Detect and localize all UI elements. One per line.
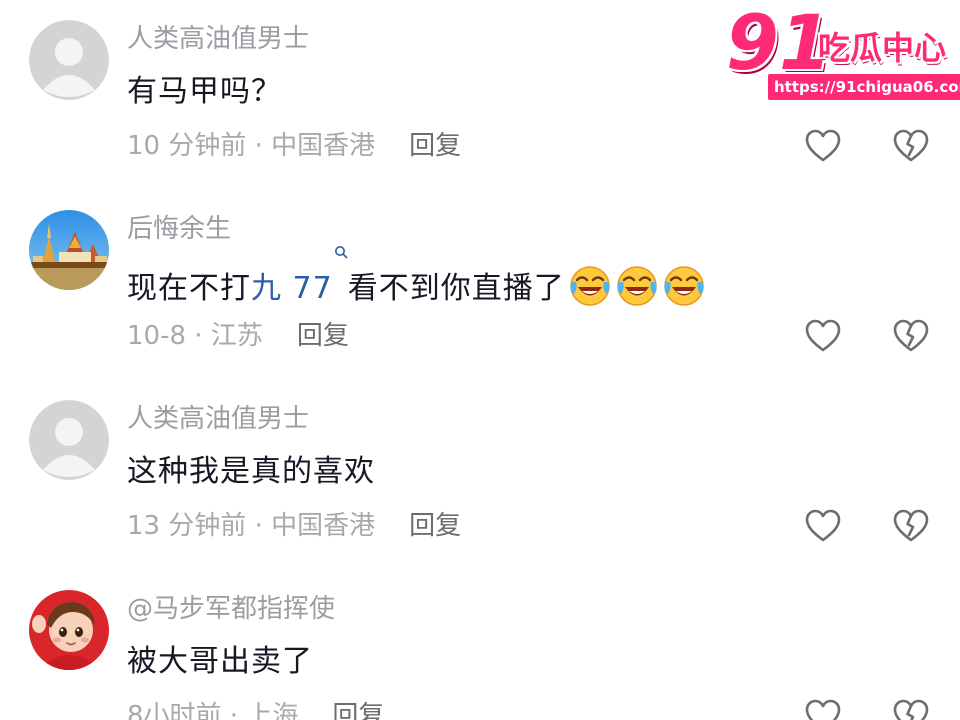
comment-text-before: 现在不打 [127, 271, 251, 306]
cartoon-child-avatar[interactable] [29, 590, 109, 670]
crying-laughing-emoji [615, 264, 659, 308]
comment-item: 后悔余生 现在不打九 77 看不到你直播了 10-8 · 江苏 回复 [0, 190, 960, 380]
comment-username[interactable]: 人类高油值男士 [127, 21, 309, 57]
comment-location: 中国香港 [271, 131, 376, 161]
reply-button[interactable]: 回复 [409, 511, 461, 541]
comment-location: 中国香港 [271, 511, 376, 541]
crying-laughing-emoji [568, 264, 612, 308]
temple-photo-avatar[interactable] [29, 210, 109, 290]
crying-laughing-emoji [662, 264, 706, 308]
comment-text: 现在不打九 77 看不到你直播了 [127, 246, 706, 311]
search-keyword-link[interactable]: 九 77 [251, 246, 348, 306]
watermark-url: https://91chigua06.com [766, 72, 960, 102]
meta-separator: · [221, 701, 247, 720]
search-keyword-text: 九 77 [251, 271, 333, 306]
comment-location: 上海 [246, 701, 299, 720]
comment-meta: 13 分钟前 · 中国香港 回复 [127, 508, 461, 544]
like-heart-icon[interactable] [804, 697, 842, 720]
comment-item: @马步军都指挥使 被大哥出卖了 8小时前 · 上海 回复 [0, 570, 960, 720]
reply-button[interactable]: 回复 [409, 131, 461, 161]
comment-time: 10-8 [127, 321, 187, 351]
comment-time: 13 分钟前 [127, 511, 247, 541]
comment-username[interactable]: 后悔余生 [127, 211, 231, 247]
comment-username[interactable]: @马步军都指挥使 [127, 591, 335, 627]
meta-separator: · [246, 131, 272, 161]
reply-button[interactable]: 回复 [332, 701, 384, 720]
comment-meta: 10-8 · 江苏 回复 [127, 318, 349, 354]
default-avatar-icon[interactable] [29, 400, 109, 480]
dislike-broken-heart-icon[interactable] [892, 697, 930, 720]
comment-location: 江苏 [210, 321, 263, 351]
comment-username[interactable]: 人类高油值男士 [127, 401, 309, 437]
dislike-broken-heart-icon[interactable] [892, 127, 930, 165]
meta-separator: · [186, 321, 211, 351]
comment-text: 被大哥出卖了 [127, 644, 313, 679]
reply-button[interactable]: 回复 [297, 321, 349, 351]
comment-text-after: 看不到你直播了 [347, 271, 565, 306]
dislike-broken-heart-icon[interactable] [892, 507, 930, 545]
like-heart-icon[interactable] [804, 507, 842, 545]
comment-text: 有马甲吗？ [127, 74, 282, 109]
comment-item: 人类高油值男士 这种我是真的喜欢 13 分钟前 · 中国香港 回复 [0, 380, 960, 570]
like-heart-icon[interactable] [804, 317, 842, 355]
comment-time: 8小时前 [127, 701, 222, 720]
like-heart-icon[interactable] [804, 127, 842, 165]
comment-time: 10 分钟前 [127, 131, 247, 161]
comment-text: 这种我是真的喜欢 [127, 454, 375, 489]
watermark-name: 吃瓜中心 [818, 29, 947, 67]
default-avatar-icon[interactable] [29, 20, 109, 100]
comment-meta: 10 分钟前 · 中国香港 回复 [127, 128, 461, 164]
dislike-broken-heart-icon[interactable] [892, 317, 930, 355]
meta-separator: · [246, 511, 272, 541]
search-icon [334, 246, 348, 288]
comment-meta: 8小时前 · 上海 回复 [127, 698, 384, 720]
site-watermark: 91 吃瓜中心 https://91chigua06.com [722, 0, 960, 102]
